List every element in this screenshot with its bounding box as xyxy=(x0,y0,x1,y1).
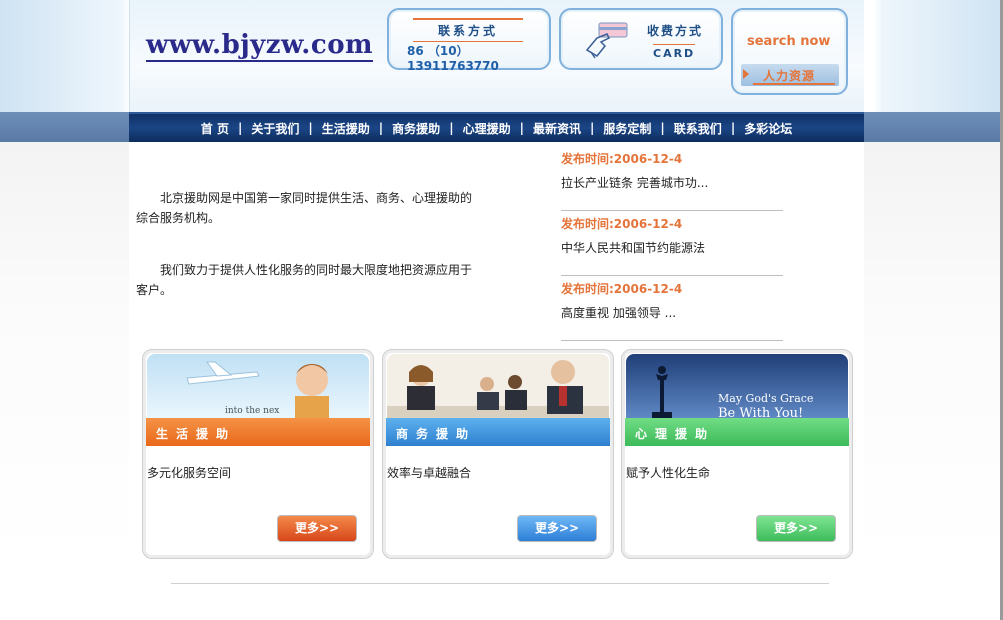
photo-caption: into the nex xyxy=(225,406,280,416)
nav-item-news[interactable]: 最新资讯 xyxy=(524,120,590,137)
nav-item-life-aid[interactable]: 生活援助 xyxy=(313,120,379,137)
business-aid-bar: 商务援助 xyxy=(386,418,610,446)
photo-caption-line-1: May God's Grace xyxy=(718,392,814,405)
payment-card-label: CARD xyxy=(653,44,696,60)
life-aid-photo: into the nex xyxy=(147,354,369,418)
payment-box[interactable]: 收费方式 CARD xyxy=(559,8,723,70)
news-date: 发布时间:2006-12-4 xyxy=(561,217,683,231)
payment-title: 收费方式 xyxy=(647,24,704,38)
life-aid-description: 多元化服务空间 xyxy=(147,466,232,480)
mental-aid-more-button[interactable]: 更多>> xyxy=(756,515,836,542)
nav-item-mental-aid[interactable]: 心理援助 xyxy=(454,120,520,137)
nav-item-forum[interactable]: 多彩论坛 xyxy=(735,120,801,137)
intro-paragraph-2: 我们致力于提供人性化服务的同时最大限度地把资源应用于客户。 xyxy=(136,263,473,297)
news-date: 发布时间:2006-12-4 xyxy=(561,152,683,166)
life-aid-card: into the nex 生活援助 多元化服务空间 更多>> xyxy=(142,349,374,559)
business-aid-card: 商务援助 效率与卓越融合 更多>> xyxy=(382,349,614,559)
news-item[interactable]: 发布时间:2006-12-4 拉长产业链条 完善城市功... xyxy=(561,146,783,211)
business-aid-photo xyxy=(387,354,609,418)
nav-item-home[interactable]: 首 页 xyxy=(192,120,238,137)
nav-item-custom-service[interactable]: 服务定制 xyxy=(594,120,660,137)
mental-aid-card: May God's Grace Be With You! 心理援助 赋予人性化生… xyxy=(621,349,853,559)
life-aid-more-button[interactable]: 更多>> xyxy=(277,515,357,542)
news-list: 发布时间:2006-12-4 拉长产业链条 完善城市功... 发布时间:2006… xyxy=(561,146,783,341)
hr-underline xyxy=(753,83,835,85)
main-nav: 首 页 | 关于我们 | 生活援助 | 商务援助 | 心理援助 | 最新资讯 |… xyxy=(129,112,864,142)
news-title-link[interactable]: 中华人民共和国节约能源法 xyxy=(561,239,705,256)
search-now-label: search now xyxy=(747,34,831,49)
news-date: 发布时间:2006-12-4 xyxy=(561,282,683,296)
intro-text: 北京援助网是中国第一家同时提供生活、商务、心理援助的综合服务机构。 我们致力于提… xyxy=(136,188,481,300)
main-container: www.bjyzw.com 联系方式 86 （10）13911763770 收费… xyxy=(129,0,864,562)
header: www.bjyzw.com 联系方式 86 （10）13911763770 收费… xyxy=(129,0,864,112)
news-title-link[interactable]: 拉长产业链条 完善城市功... xyxy=(561,174,708,191)
mental-aid-description: 赋予人性化生命 xyxy=(626,466,711,480)
contact-title: 联系方式 xyxy=(413,18,523,42)
search-box[interactable]: search now 人力资源 xyxy=(731,8,848,95)
business-aid-more-button[interactable]: 更多>> xyxy=(517,515,597,542)
nav-item-contact[interactable]: 联系我们 xyxy=(665,120,731,137)
news-title-link[interactable]: 高度重视 加强领导 ... xyxy=(561,304,676,321)
business-aid-description: 效率与卓越融合 xyxy=(387,466,472,480)
hr-button[interactable]: 人力资源 xyxy=(741,64,839,86)
card-in-hand-icon xyxy=(585,22,628,59)
nav-item-business-aid[interactable]: 商务援助 xyxy=(383,120,449,137)
business-meeting-image xyxy=(387,354,609,418)
footer-divider xyxy=(171,583,829,584)
hr-label: 人力资源 xyxy=(763,69,816,83)
play-arrow-icon xyxy=(743,69,749,79)
life-aid-bar: 生活援助 xyxy=(146,418,370,446)
intro-paragraph-1: 北京援助网是中国第一家同时提供生活、商务、心理援助的综合服务机构。 xyxy=(136,191,473,225)
contact-box[interactable]: 联系方式 86 （10）13911763770 xyxy=(387,8,551,73)
mental-aid-photo: May God's Grace Be With You! xyxy=(626,354,848,418)
mental-aid-bar: 心理援助 xyxy=(625,418,849,446)
news-item[interactable]: 发布时间:2006-12-4 高度重视 加强领导 ... xyxy=(561,276,783,341)
contact-number: 86 （10）13911763770 xyxy=(407,44,499,73)
photo-caption-line-2: Be With You! xyxy=(718,406,804,418)
site-logo-link[interactable]: www.bjyzw.com xyxy=(146,30,374,62)
news-item[interactable]: 发布时间:2006-12-4 中华人民共和国节约能源法 xyxy=(561,211,783,276)
nav-item-about[interactable]: 关于我们 xyxy=(242,120,308,137)
